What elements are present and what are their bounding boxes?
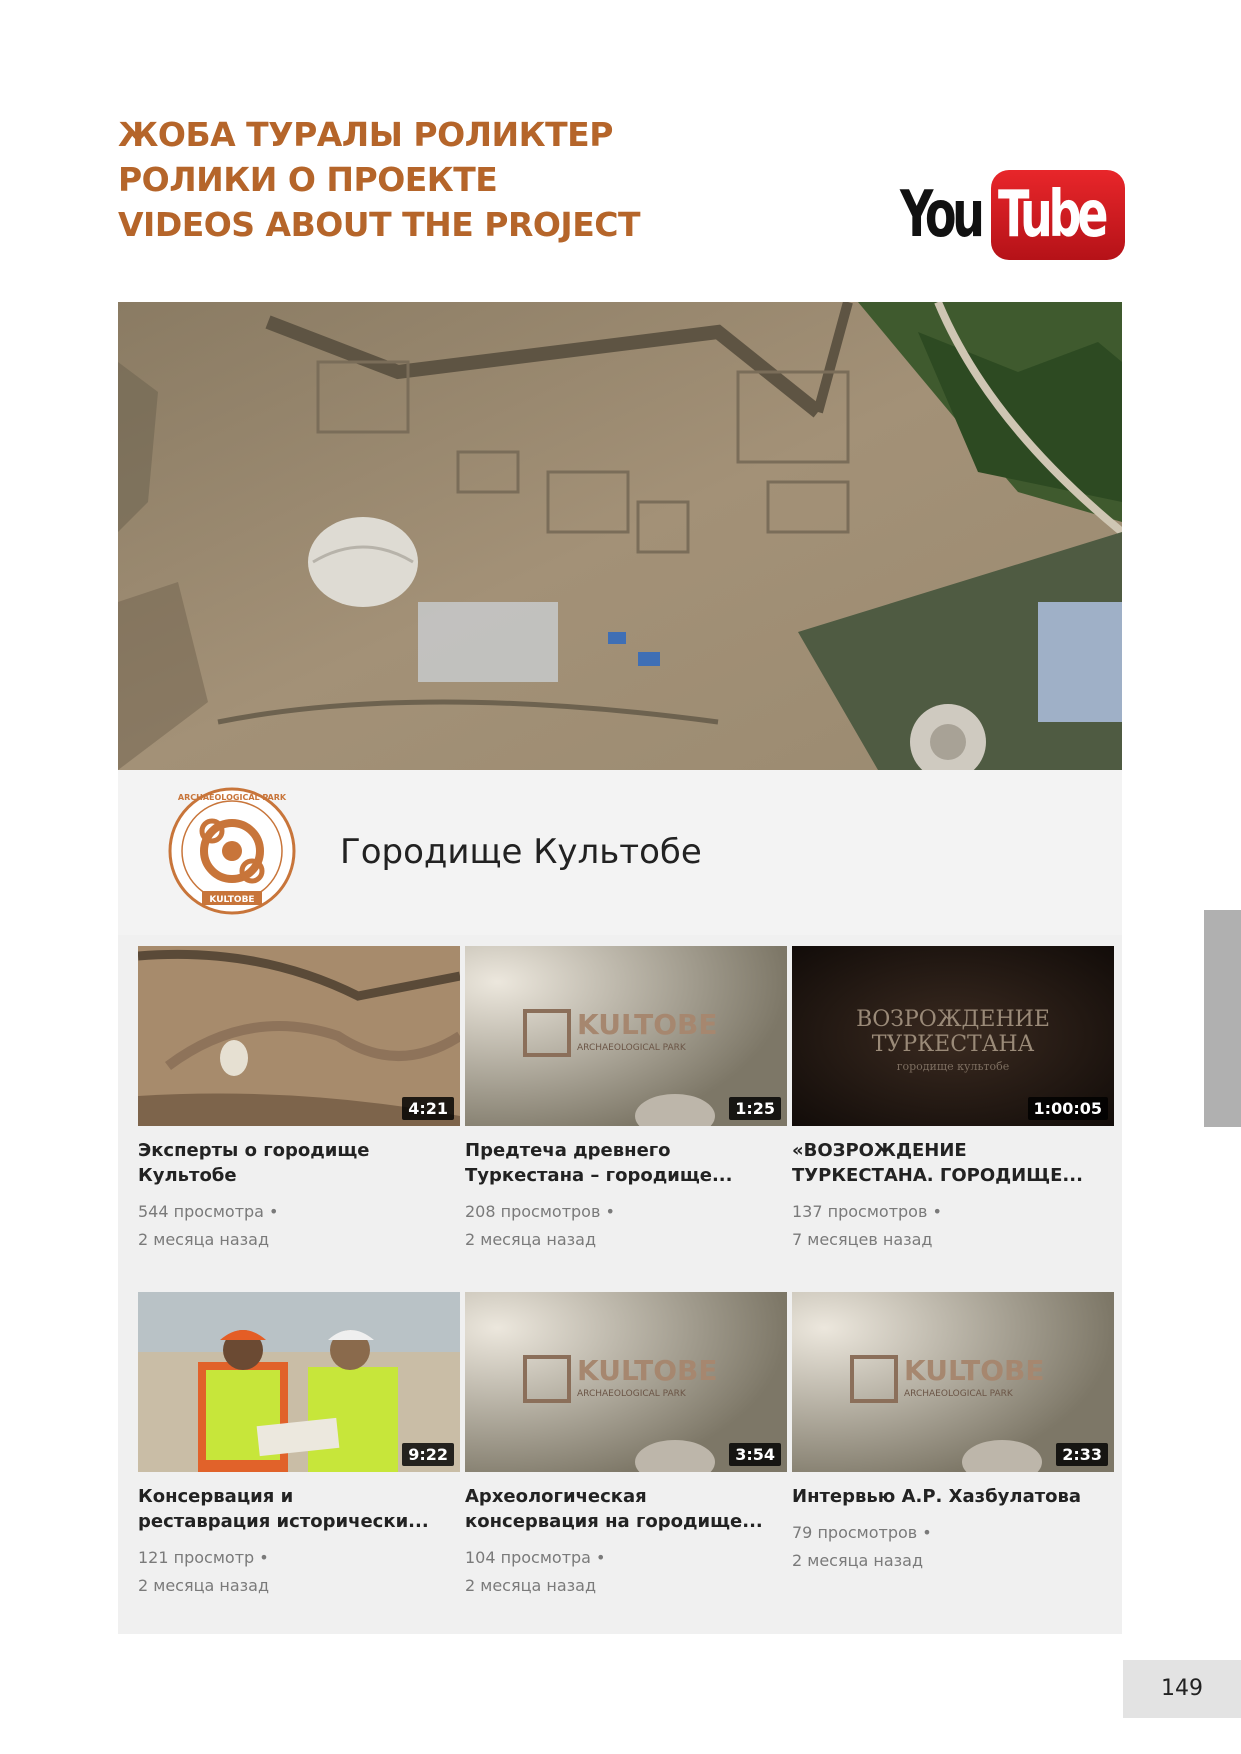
- video-title-line: Предтеча древнего: [465, 1140, 671, 1161]
- video-title[interactable]: Эксперты о городище Культобе: [138, 1138, 460, 1188]
- video-age: 2 месяца назад: [465, 1230, 597, 1249]
- video-meta: 121 просмотр • 2 месяца назад: [138, 1544, 460, 1600]
- youtube-logo-tube: Tube: [998, 178, 1108, 252]
- video-views: 137 просмотров •: [792, 1202, 942, 1221]
- video-duration: 9:22: [402, 1443, 454, 1466]
- video-views: 208 просмотров •: [465, 1202, 615, 1221]
- heading-english: VIDEOS ABOUT THE PROJECT: [118, 205, 640, 244]
- thumb-kultobe-text: KULTOBE: [577, 1008, 718, 1041]
- video-title-line: Эксперты о городище: [138, 1140, 370, 1161]
- video-meta: 208 просмотров • 2 месяца назад: [465, 1198, 787, 1254]
- thumb-kultobe-text: KULTOBE: [577, 1354, 718, 1387]
- page-number: 149: [1123, 1660, 1241, 1718]
- video-title[interactable]: Интервью А.Р. Хазбулатова: [792, 1484, 1114, 1509]
- youtube-channel-panel: KULTOBE ARCHAEOLOGICAL PARK Городище Кул…: [118, 770, 1122, 1634]
- video-duration: 4:21: [402, 1097, 454, 1120]
- video-title-line: Консервация и: [138, 1486, 294, 1507]
- video-duration: 1:00:05: [1027, 1097, 1108, 1120]
- video-thumbnail[interactable]: ВОЗРОЖДЕНИЕ ТУРКЕСТАНА городище культобе…: [792, 946, 1114, 1126]
- video-title[interactable]: Консервация и реставрация исторически...: [138, 1484, 460, 1534]
- logo-banner-text: KULTOBE: [209, 895, 254, 905]
- video-age: 2 месяца назад: [465, 1576, 597, 1595]
- video-views: 544 просмотра •: [138, 1202, 279, 1221]
- thumb-title-line1: ВОЗРОЖДЕНИЕ: [856, 1007, 1050, 1032]
- video-views: 121 просмотр •: [138, 1548, 269, 1567]
- side-tab-marker: [1204, 910, 1241, 1127]
- video-age: 2 месяца назад: [138, 1230, 270, 1249]
- video-age: 7 месяцев назад: [792, 1230, 933, 1249]
- video-duration: 2:33: [1056, 1443, 1108, 1466]
- channel-header: KULTOBE ARCHAEOLOGICAL PARK Городище Кул…: [118, 770, 1122, 935]
- video-meta: 137 просмотров • 7 месяцев назад: [792, 1198, 1114, 1254]
- channel-name[interactable]: Городище Культобе: [340, 832, 702, 872]
- video-duration: 3:54: [729, 1443, 781, 1466]
- video-meta: 544 просмотра • 2 месяца назад: [138, 1198, 460, 1254]
- video-title-line: Туркестана – городище...: [465, 1165, 733, 1186]
- video-age: 2 месяца назад: [792, 1551, 924, 1570]
- video-title-line: ТУРКЕСТАНА. ГОРОДИЩЕ...: [792, 1165, 1083, 1186]
- video-card[interactable]: KULTOBE ARCHAEOLOGICAL PARK 3:54 Археоло…: [465, 1292, 787, 1600]
- video-thumbnail[interactable]: KULTOBE ARCHAEOLOGICAL PARK 3:54: [465, 1292, 787, 1472]
- video-card[interactable]: ВОЗРОЖДЕНИЕ ТУРКЕСТАНА городище культобе…: [792, 946, 1114, 1254]
- video-card[interactable]: 4:21 Эксперты о городище Культобе 544 пр…: [138, 946, 460, 1254]
- video-meta: 104 просмотра • 2 месяца назад: [465, 1544, 787, 1600]
- video-title-line: «ВОЗРОЖДЕНИЕ: [792, 1140, 967, 1161]
- video-thumbnail[interactable]: KULTOBE ARCHAEOLOGICAL PARK 2:33: [792, 1292, 1114, 1472]
- video-views: 79 просмотров •: [792, 1523, 932, 1542]
- video-duration: 1:25: [729, 1097, 781, 1120]
- video-thumbnail[interactable]: 9:22: [138, 1292, 460, 1472]
- youtube-logo: You Tube: [900, 165, 1125, 265]
- video-title-line: консервация на городище...: [465, 1511, 763, 1532]
- video-card[interactable]: KULTOBE ARCHAEOLOGICAL PARK 2:33 Интервь…: [792, 1292, 1114, 1575]
- aerial-photo: [118, 302, 1122, 770]
- video-thumbnail[interactable]: 4:21: [138, 946, 460, 1126]
- video-title-line: Культобе: [138, 1165, 237, 1186]
- heading-russian: РОЛИКИ О ПРОЕКТЕ: [118, 160, 498, 199]
- thumb-kultobe-text: KULTOBE: [904, 1354, 1045, 1387]
- video-title[interactable]: «ВОЗРОЖДЕНИЕ ТУРКЕСТАНА. ГОРОДИЩЕ...: [792, 1138, 1114, 1188]
- thumb-kultobe-sub: ARCHAEOLOGICAL PARK: [577, 1043, 687, 1053]
- thumb-kultobe-sub: ARCHAEOLOGICAL PARK: [577, 1389, 687, 1399]
- logo-arc-text: ARCHAEOLOGICAL PARK: [178, 793, 287, 802]
- video-title-line: Интервью А.Р. Хазбулатова: [792, 1486, 1082, 1507]
- video-title[interactable]: Археологическая консервация на городище.…: [465, 1484, 787, 1534]
- thumb-title-line3: городище культобе: [897, 1060, 1010, 1073]
- video-age: 2 месяца назад: [138, 1576, 270, 1595]
- video-thumbnail[interactable]: KULTOBE ARCHAEOLOGICAL PARK 1:25: [465, 946, 787, 1126]
- video-title[interactable]: Предтеча древнего Туркестана – городище.…: [465, 1138, 787, 1188]
- heading-kazakh: ЖОБА ТУРАЛЫ РОЛИКТЕР: [118, 115, 613, 154]
- youtube-logo-you: You: [900, 178, 985, 252]
- thumb-kultobe-sub: ARCHAEOLOGICAL PARK: [904, 1389, 1014, 1399]
- video-title-line: Археологическая: [465, 1486, 647, 1507]
- video-card[interactable]: KULTOBE ARCHAEOLOGICAL PARK 1:25 Предтеч…: [465, 946, 787, 1254]
- video-title-line: реставрация исторически...: [138, 1511, 429, 1532]
- video-card[interactable]: 9:22 Консервация и реставрация историчес…: [138, 1292, 460, 1600]
- kultobe-logo-icon[interactable]: KULTOBE ARCHAEOLOGICAL PARK: [168, 787, 296, 915]
- video-meta: 79 просмотров • 2 месяца назад: [792, 1519, 1114, 1575]
- thumb-title-line2: ТУРКЕСТАНА: [872, 1032, 1035, 1057]
- page-heading: ЖОБА ТУРАЛЫ РОЛИКТЕР РОЛИКИ О ПРОЕКТЕ VI…: [118, 112, 640, 247]
- video-views: 104 просмотра •: [465, 1548, 606, 1567]
